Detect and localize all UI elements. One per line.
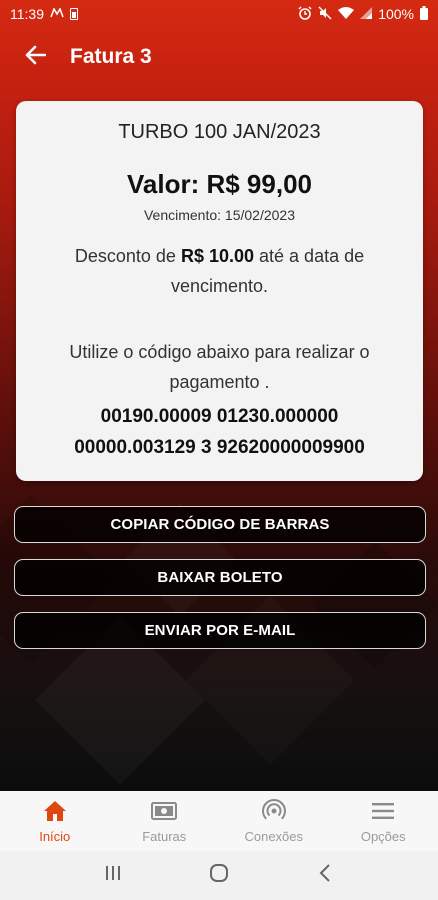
back-button[interactable] — [0, 28, 70, 86]
status-time: 11:39 — [10, 6, 44, 22]
barcode-line-2: 00000.003129 3 92620000009900 — [74, 437, 365, 458]
nav-item-inicio[interactable]: Início — [0, 791, 110, 851]
payment-instructions: Utilize o código abaixo para realizar o … — [69, 342, 370, 392]
due-date: Vencimento: 15/02/2023 — [143, 207, 295, 223]
download-boleto-button[interactable]: BAIXAR BOLETO — [14, 559, 426, 596]
recent-apps-button[interactable] — [93, 856, 133, 896]
plan-name: TURBO 100 JAN/2023 — [118, 121, 321, 143]
recent-apps-icon — [104, 865, 122, 886]
status-bar: 11:39 100% — [0, 0, 438, 28]
barcode-line-1: 00190.00009 01230.000000 — [100, 406, 339, 427]
signal-icon — [360, 6, 373, 22]
invoice-icon — [151, 799, 178, 823]
bottom-nav: Início Faturas Conexões Opções — [0, 791, 438, 851]
mute-icon — [318, 6, 332, 23]
barcode-number[interactable]: 00190.00009 01230.000000 00000.003129 3 … — [26, 401, 413, 463]
system-back-button[interactable] — [305, 856, 345, 896]
system-nav-bar — [0, 851, 438, 900]
home-button[interactable] — [199, 856, 239, 896]
home-icon — [43, 799, 67, 823]
page-title: Fatura 3 — [70, 45, 152, 68]
app-bar: Fatura 3 — [0, 28, 438, 86]
nav-label: Opções — [360, 829, 406, 844]
chevron-left-icon — [319, 864, 331, 887]
invoice-amount: Valor: R$ 99,00 — [127, 169, 312, 199]
nav-label: Faturas — [142, 829, 187, 844]
discount-text: Desconto de R$ 10.00 até a data de venci… — [46, 241, 393, 301]
app-screen: 11:39 100% Fatura 3 TURBO 100 JAN/2023 V… — [0, 0, 438, 900]
nav-label: Início — [39, 829, 71, 844]
battery-level: 100% — [378, 6, 414, 22]
nav-item-opcoes[interactable]: Opções — [329, 791, 438, 851]
home-circle-icon — [209, 863, 229, 888]
discount-prefix: Desconto de — [74, 246, 181, 266]
nav-item-faturas[interactable]: Faturas — [110, 791, 220, 851]
arrow-left-icon — [24, 45, 47, 70]
nav-item-conexoes[interactable]: Conexões — [219, 791, 329, 851]
menu-icon — [371, 799, 395, 823]
alarm-icon — [298, 6, 312, 23]
copy-barcode-button[interactable]: COPIAR CÓDIGO DE BARRAS — [14, 506, 426, 543]
notification-icon — [50, 7, 64, 20]
nav-label: Conexões — [244, 829, 304, 844]
invoice-card: TURBO 100 JAN/2023 Valor: R$ 99,00 Venci… — [16, 101, 423, 481]
wifi-icon — [338, 6, 355, 22]
send-email-button[interactable]: ENVIAR POR E-MAIL — [14, 612, 426, 649]
battery-icon — [420, 5, 428, 23]
discount-amount: R$ 10.00 — [180, 246, 255, 266]
battery-saver-icon — [70, 8, 78, 20]
wifi-signal-icon — [261, 799, 286, 823]
